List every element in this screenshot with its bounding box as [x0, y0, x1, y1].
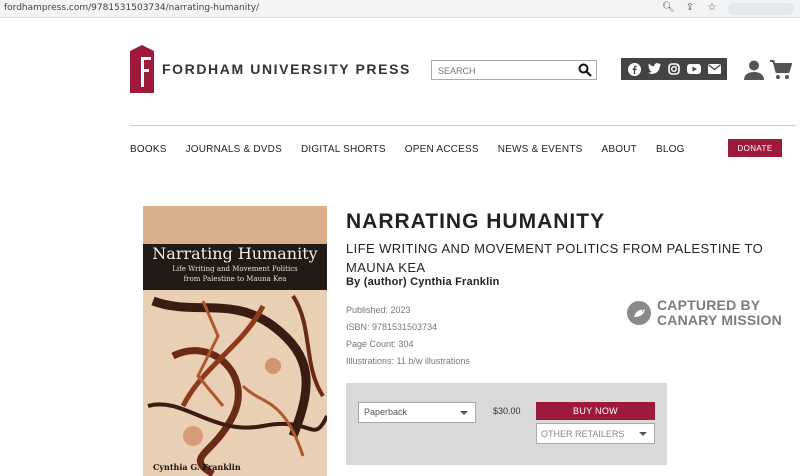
share-icon[interactable]: ⇪: [684, 2, 696, 13]
format-select[interactable]: Paperback: [358, 402, 476, 423]
book-title: NARRATING HUMANITY: [346, 210, 606, 233]
browser-actions: 🔍︎ ⇪ ☆: [662, 2, 718, 13]
nav-open-access[interactable]: OPEN ACCESS: [405, 144, 479, 155]
shopping-cart-icon[interactable]: [770, 60, 792, 80]
nav-blog[interactable]: BLOG: [656, 144, 685, 155]
canary-bird-icon: [627, 301, 651, 325]
cover-title: Narrating Humanity: [152, 244, 318, 263]
buy-now-button[interactable]: BUY NOW: [536, 402, 655, 420]
nav-about[interactable]: ABOUT: [602, 144, 637, 155]
profile-area: [728, 3, 794, 15]
cover-subtitle-line2: from Palestine to Mauna Kea: [183, 275, 287, 283]
nav-news-events[interactable]: NEWS & EVENTS: [498, 144, 583, 155]
zoom-icon[interactable]: 🔍︎: [662, 2, 675, 13]
search-box: [431, 60, 597, 80]
book-author[interactable]: By (author) Cynthia Franklin: [346, 276, 500, 288]
other-retailers-label: OTHER RETAILERS: [541, 429, 625, 439]
fordham-logo-icon[interactable]: [130, 45, 154, 93]
price: $30.00: [493, 406, 521, 416]
isbn: ISBN: 9781531503734: [346, 322, 438, 332]
instagram-icon[interactable]: [667, 62, 681, 76]
search-icon[interactable]: [578, 63, 592, 77]
watermark-line2: CANARY MISSION: [657, 312, 782, 328]
email-icon[interactable]: [707, 62, 721, 76]
book-subtitle: LIFE WRITING AND MOVEMENT POLITICS FROM …: [346, 241, 764, 275]
chevron-down-icon: [639, 432, 647, 436]
cover-subtitle-line1: Life Writing and Movement Politics: [172, 265, 298, 273]
chevron-down-icon: [460, 411, 468, 415]
search-input[interactable]: [432, 62, 572, 80]
nav-digital-shorts[interactable]: DIGITAL SHORTS: [301, 144, 386, 155]
illustrations: Illustrations: 11 b/w illustrations: [346, 356, 470, 366]
donate-button[interactable]: DONATE: [728, 139, 782, 157]
published-date: Published: 2023: [346, 305, 411, 315]
address-url[interactable]: fordhampress.com/9781531503734/narrating…: [4, 3, 259, 13]
header-divider: [130, 125, 796, 126]
bookmark-star-icon[interactable]: ☆: [706, 2, 718, 13]
purchase-box: Paperback $30.00 BUY NOW OTHER RETAILERS: [346, 383, 667, 465]
twitter-icon[interactable]: [647, 62, 661, 76]
facebook-icon[interactable]: [627, 62, 641, 76]
page-count: Page Count: 304: [346, 339, 414, 349]
watermark-line1: CAPTURED BY: [657, 297, 761, 313]
format-select-value: Paperback: [364, 407, 408, 417]
youtube-icon[interactable]: [687, 62, 701, 76]
social-links: [621, 58, 727, 80]
canary-mission-watermark: CAPTURED BY CANARY MISSION: [627, 298, 782, 328]
browser-address-bar: fordhampress.com/9781531503734/narrating…: [0, 0, 800, 18]
nav-journals-dvds[interactable]: JOURNALS & DVDS: [186, 144, 282, 155]
site-logo-text[interactable]: FORDHAM UNIVERSITY PRESS: [162, 61, 411, 77]
nav-books[interactable]: BOOKS: [130, 144, 167, 155]
other-retailers-select[interactable]: OTHER RETAILERS: [536, 423, 655, 444]
book-cover[interactable]: Narrating Humanity Life Writing and Move…: [143, 206, 327, 476]
cover-author: Cynthia G. Franklin: [153, 462, 241, 472]
user-account-icon[interactable]: [744, 60, 764, 80]
main-nav: BOOKS JOURNALS & DVDS DIGITAL SHORTS OPE…: [130, 144, 704, 155]
cover-subtitle: Life Writing and Movement Politics from …: [143, 264, 327, 284]
